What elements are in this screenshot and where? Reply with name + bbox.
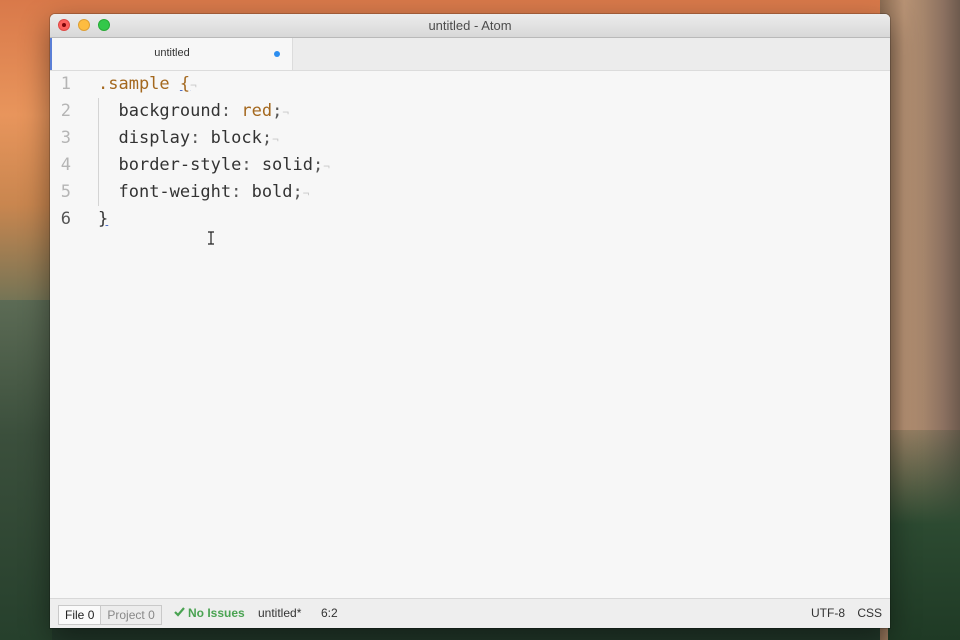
- status-bar: File 0 Project 0 No Issues untitled* 6:2…: [50, 598, 890, 628]
- end-of-line-marker: ¬: [282, 106, 289, 119]
- semicolon: ;: [292, 182, 303, 202]
- file-encoding[interactable]: UTF-8: [811, 606, 845, 620]
- semicolon: ;: [313, 155, 324, 175]
- end-of-line-marker: ¬: [302, 187, 310, 200]
- modified-indicator-icon[interactable]: [274, 51, 280, 57]
- cursor-position[interactable]: 6:2: [321, 606, 338, 620]
- line-number-gutter[interactable]: 1 2 3 4 5 6: [50, 71, 86, 233]
- line-number: 2: [60, 101, 71, 121]
- end-of-line-marker: ¬: [190, 79, 197, 92]
- open-brace: {: [179, 74, 191, 94]
- tab-untitled[interactable]: untitled: [50, 38, 293, 70]
- text-cursor-ibeam-icon: [208, 231, 214, 245]
- code-line: .sample {¬: [98, 71, 330, 98]
- close-brace: }: [98, 209, 109, 229]
- indent-guide: [98, 179, 99, 206]
- status-file-name[interactable]: untitled*: [258, 606, 301, 620]
- css-property: display: [118, 128, 191, 148]
- colon: :: [231, 182, 242, 202]
- atom-window: untitled - Atom untitled 1 2 3 4 5 6 .sa…: [50, 14, 890, 628]
- no-issues-label: No Issues: [188, 606, 245, 620]
- linter-status[interactable]: No Issues: [174, 606, 245, 620]
- code-area[interactable]: .sample {¬ background: red;¬ display: bl…: [98, 71, 330, 233]
- css-value: solid: [261, 155, 313, 175]
- semicolon: ;: [261, 128, 273, 148]
- indent-guide: [98, 125, 99, 152]
- linter-file-label: File: [65, 608, 85, 622]
- css-property: border-style: [118, 155, 242, 175]
- window-title: untitled - Atom: [428, 18, 512, 33]
- indent-guide: [98, 152, 99, 179]
- end-of-line-marker: ¬: [272, 133, 279, 146]
- code-line-current: }: [98, 206, 330, 233]
- semicolon: ;: [272, 101, 283, 121]
- line-number: 4: [60, 155, 71, 175]
- colon: :: [190, 128, 201, 148]
- tab-bar: untitled: [50, 38, 890, 71]
- check-icon: [174, 607, 185, 617]
- colon: :: [220, 101, 232, 121]
- css-property: background: [118, 101, 221, 121]
- code-line: font-weight: bold;¬: [98, 179, 330, 206]
- text-editor[interactable]: 1 2 3 4 5 6 .sample {¬ background: red;¬…: [50, 71, 890, 598]
- css-value: block: [210, 128, 262, 148]
- indent-guide: [98, 98, 99, 125]
- grammar-selector[interactable]: CSS: [857, 606, 882, 620]
- linter-file-tab[interactable]: File 0: [58, 605, 102, 625]
- colon: :: [241, 155, 252, 175]
- linter-file-count: 0: [87, 608, 95, 622]
- desktop-trees-left: [0, 300, 52, 640]
- code-line: border-style: solid;¬: [98, 152, 330, 179]
- linter-project-tab[interactable]: Project 0: [101, 605, 162, 625]
- end-of-line-marker: ¬: [323, 160, 330, 173]
- code-line: display: block;¬: [98, 125, 330, 152]
- line-number-current: 6: [60, 209, 71, 229]
- css-property: font-weight: [118, 182, 232, 202]
- css-selector: .sample: [98, 74, 170, 94]
- linter-project-label: Project: [107, 608, 145, 622]
- tab-title: untitled: [154, 47, 190, 59]
- line-number: 3: [60, 128, 71, 148]
- code-line: background: red;¬: [98, 98, 330, 125]
- title-bar[interactable]: untitled - Atom: [50, 14, 890, 38]
- css-value: red: [241, 101, 273, 121]
- linter-scope-toggle: File 0 Project 0: [58, 605, 162, 625]
- css-value: bold: [251, 182, 293, 202]
- linter-project-count: 0: [148, 608, 155, 622]
- line-number: 5: [60, 182, 71, 202]
- line-number: 1: [60, 74, 71, 94]
- desktop-trees-right: [888, 430, 960, 640]
